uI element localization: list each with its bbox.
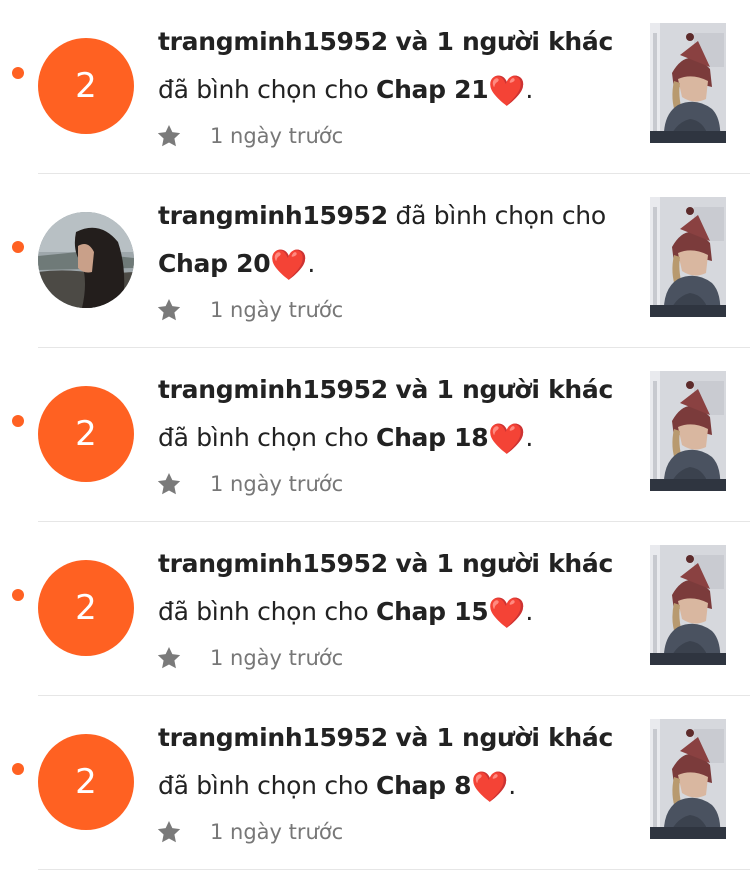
heart-emoji: ❤️ [488, 596, 526, 631]
timestamp: 1 ngày trước [210, 298, 344, 322]
notification-text: trangminh15952 và 1 người khác đã bình c… [158, 18, 618, 114]
heart-emoji: ❤️ [488, 422, 526, 457]
others-text: và 1 người khác [395, 723, 614, 752]
verb-text: đã bình chọn cho [158, 423, 369, 452]
username[interactable]: trangminh15952 [158, 549, 388, 578]
star-icon [157, 298, 181, 321]
notification-item[interactable]: trangminh15952 đã bình chọn cho Chap 20❤… [0, 174, 750, 348]
avatar-count-badge[interactable]: 2 [38, 38, 134, 134]
end-punct: . [525, 597, 534, 626]
star-icon [157, 124, 181, 147]
username[interactable]: trangminh15952 [158, 27, 388, 56]
chapter-link[interactable]: Chap 8 [376, 771, 472, 800]
star-icon [157, 820, 181, 843]
end-punct: . [525, 423, 534, 452]
story-cover-thumbnail[interactable] [650, 371, 726, 491]
notification-meta: 1 ngày trước [157, 290, 618, 330]
avatar-count-badge[interactable]: 2 [38, 734, 134, 830]
notification-item[interactable]: 2 trangminh15952 và 1 người khác đã bình… [0, 696, 750, 870]
avatar-count-badge[interactable]: 2 [38, 386, 134, 482]
verb-text: đã bình chọn cho [158, 771, 369, 800]
username[interactable]: trangminh15952 [158, 723, 388, 752]
star-icon [157, 472, 181, 495]
notification-text: trangminh15952 đã bình chọn cho Chap 20❤… [158, 192, 618, 288]
timestamp: 1 ngày trước [210, 472, 344, 496]
divider [38, 869, 750, 870]
verb-text: đã bình chọn cho [158, 75, 369, 104]
notification-content[interactable]: trangminh15952 và 1 người khác đã bình c… [157, 714, 618, 852]
story-cover-thumbnail[interactable] [650, 197, 726, 317]
notification-content[interactable]: trangminh15952 đã bình chọn cho Chap 20❤… [157, 192, 618, 330]
unread-dot-icon [12, 763, 24, 775]
notification-list: 2 trangminh15952 và 1 người khác đã bình… [0, 0, 750, 870]
chapter-link[interactable]: Chap 15 [376, 597, 489, 626]
chapter-link[interactable]: Chap 18 [376, 423, 489, 452]
end-punct: . [307, 249, 316, 278]
user-avatar-photo[interactable] [38, 212, 134, 308]
notification-item[interactable]: 2 trangminh15952 và 1 người khác đã bình… [0, 348, 750, 522]
unread-dot-icon [12, 241, 24, 253]
avatar-photo-icon [38, 212, 134, 308]
notification-text: trangminh15952 và 1 người khác đã bình c… [158, 540, 618, 636]
avatar-count-badge[interactable]: 2 [38, 560, 134, 656]
others-text: và 1 người khác [395, 375, 614, 404]
end-punct: . [508, 771, 516, 800]
verb-text: đã bình chọn cho [158, 597, 369, 626]
star-icon [157, 646, 181, 669]
notification-meta: 1 ngày trước [157, 116, 618, 156]
verb-text: đã bình chọn cho [395, 201, 607, 230]
chapter-link[interactable]: Chap 20 [158, 249, 271, 278]
notification-item[interactable]: 2 trangminh15952 và 1 người khác đã bình… [0, 0, 750, 174]
unread-dot-icon [12, 67, 24, 79]
notification-content[interactable]: trangminh15952 và 1 người khác đã bình c… [157, 18, 618, 156]
username[interactable]: trangminh15952 [158, 201, 388, 230]
chapter-link[interactable]: Chap 21 [376, 75, 489, 104]
story-cover-thumbnail[interactable] [650, 23, 726, 143]
others-text: và 1 người khác [395, 549, 614, 578]
notification-meta: 1 ngày trước [157, 812, 618, 852]
end-punct: . [525, 75, 534, 104]
notification-content[interactable]: trangminh15952 và 1 người khác đã bình c… [157, 540, 618, 678]
username[interactable]: trangminh15952 [158, 375, 388, 404]
others-text: và 1 người khác [395, 27, 614, 56]
notification-content[interactable]: trangminh15952 và 1 người khác đã bình c… [157, 366, 618, 504]
unread-dot-icon [12, 415, 24, 427]
heart-emoji: ❤️ [270, 248, 308, 283]
notification-meta: 1 ngày trước [157, 638, 618, 678]
heart-emoji: ❤️ [471, 770, 509, 805]
notification-meta: 1 ngày trước [157, 464, 618, 504]
story-cover-thumbnail[interactable] [650, 719, 726, 839]
notification-item[interactable]: 2 trangminh15952 và 1 người khác đã bình… [0, 522, 750, 696]
timestamp: 1 ngày trước [210, 646, 344, 670]
notification-text: trangminh15952 và 1 người khác đã bình c… [158, 366, 618, 462]
unread-dot-icon [12, 589, 24, 601]
timestamp: 1 ngày trước [210, 820, 344, 844]
timestamp: 1 ngày trước [210, 124, 344, 148]
notification-text: trangminh15952 và 1 người khác đã bình c… [158, 714, 618, 810]
heart-emoji: ❤️ [488, 74, 526, 109]
story-cover-thumbnail[interactable] [650, 545, 726, 665]
